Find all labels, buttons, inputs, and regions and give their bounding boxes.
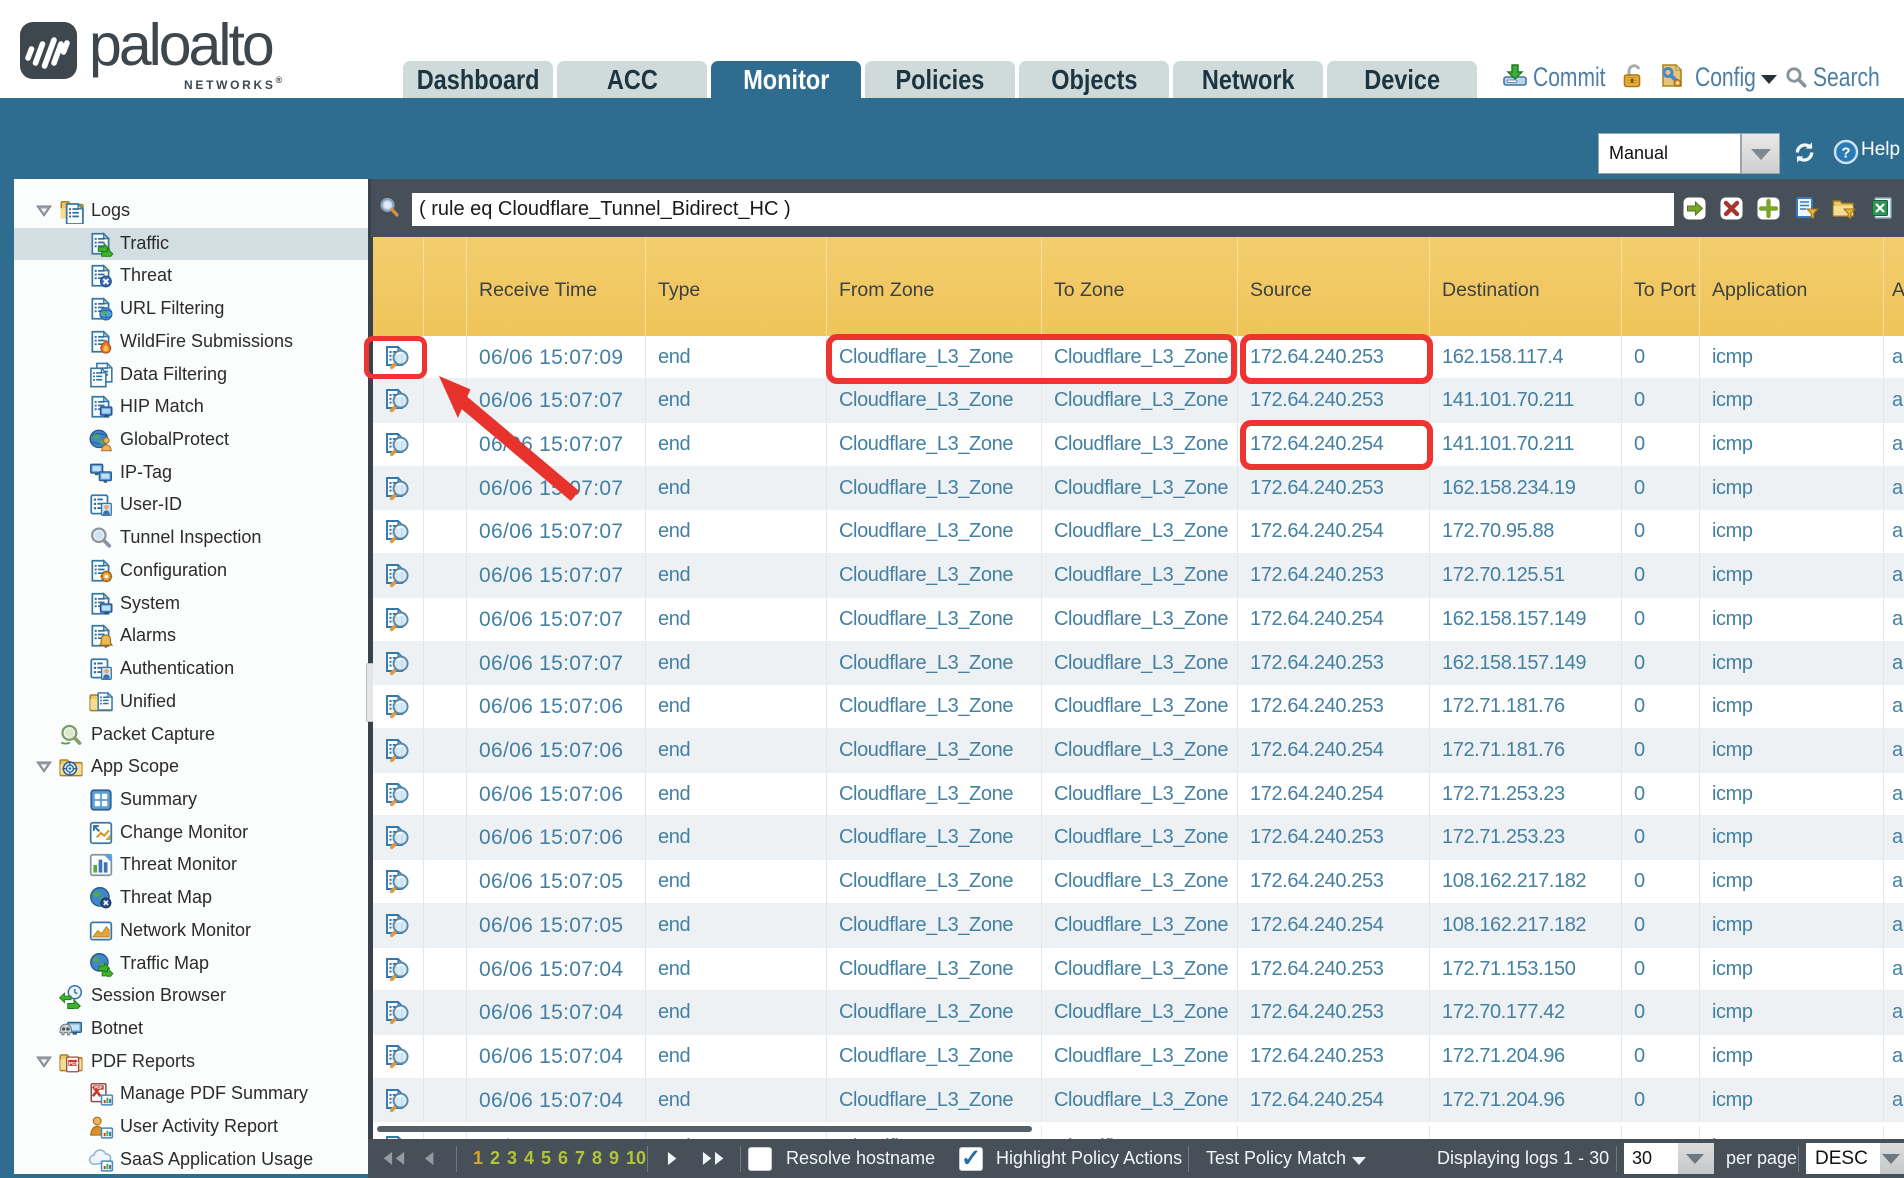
svg-text:PDF: PDF [69, 1061, 79, 1067]
svg-text:?: ? [1841, 145, 1850, 162]
svg-text:PDF: PDF [94, 1085, 103, 1090]
